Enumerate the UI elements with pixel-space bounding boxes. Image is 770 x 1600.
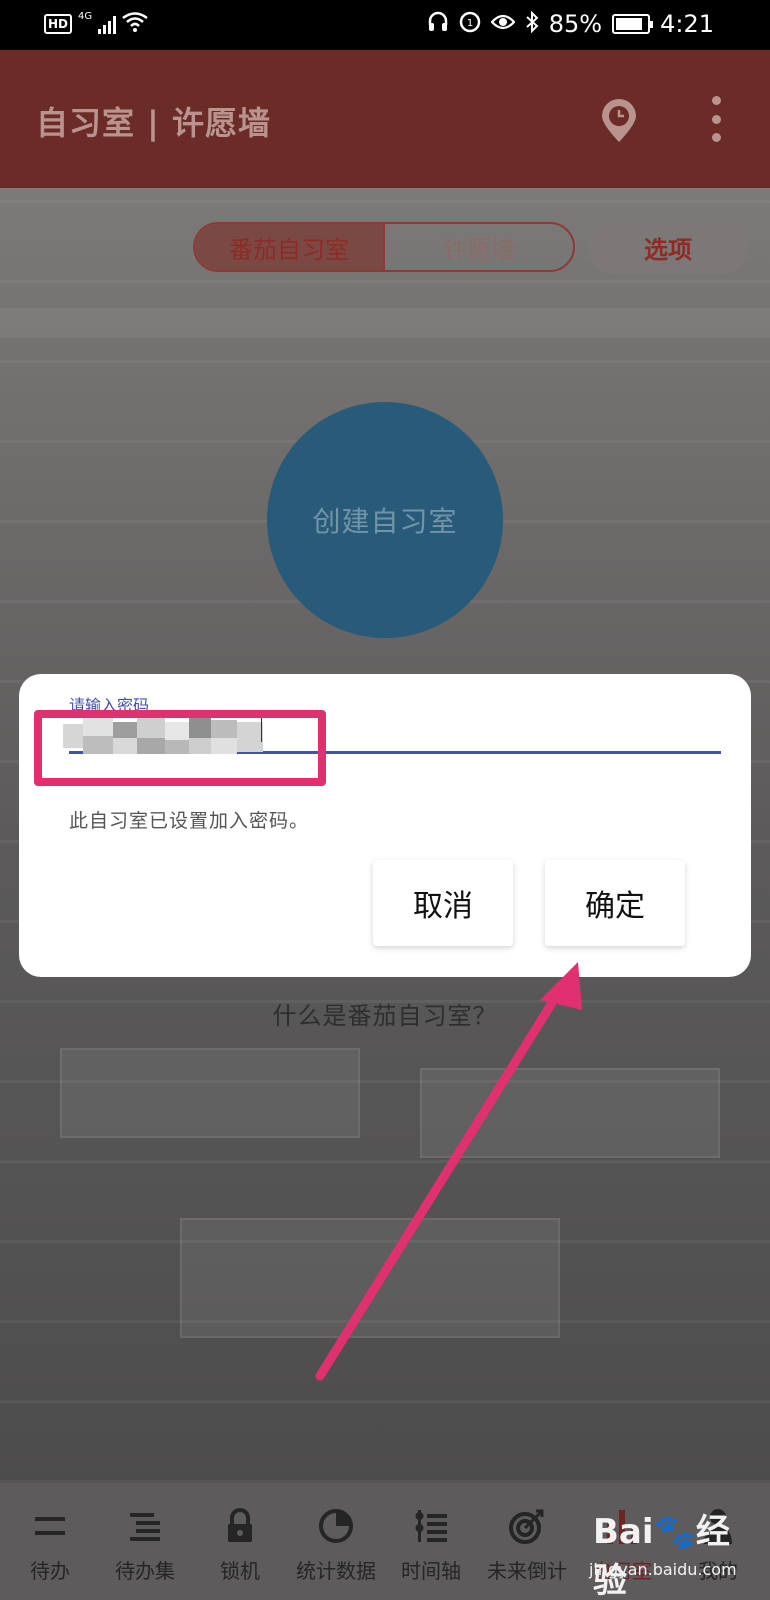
pie-chart-icon bbox=[288, 1503, 384, 1549]
hd-badge: HD bbox=[44, 14, 73, 34]
timeline-icon bbox=[383, 1503, 479, 1549]
todo-set-icon bbox=[97, 1503, 193, 1549]
more-vertical-icon[interactable] bbox=[708, 96, 724, 142]
status-bar: HD 4G 1 85% 4:21 bbox=[0, 0, 770, 50]
create-study-room-button[interactable]: 创建自习室 bbox=[267, 402, 503, 638]
cancel-button[interactable]: 取消 bbox=[373, 860, 513, 946]
lock-icon bbox=[192, 1503, 288, 1549]
nav-item-countdown[interactable]: 未来倒计 bbox=[479, 1503, 575, 1584]
options-button[interactable]: 选项 bbox=[588, 220, 748, 274]
target-icon bbox=[479, 1503, 575, 1549]
location-pin-icon[interactable] bbox=[598, 98, 640, 144]
svg-text:1: 1 bbox=[467, 18, 473, 29]
tab-wish-wall[interactable]: 许愿墙 bbox=[385, 224, 573, 270]
app-header: 自习室 | 许愿墙 bbox=[0, 50, 770, 188]
todo-list-icon bbox=[2, 1503, 98, 1549]
battery-level bbox=[616, 18, 643, 30]
nav-label: 未来倒计 bbox=[487, 1559, 567, 1583]
what-is-tomato-study-room-link[interactable]: 什么是番茄自习室？ bbox=[0, 996, 770, 1031]
headphones-icon bbox=[427, 11, 449, 38]
nav-label: 待办 bbox=[30, 1559, 70, 1583]
status-right: 1 85% 4:21 bbox=[427, 10, 714, 38]
nav-item-statistics[interactable]: 统计数据 bbox=[288, 1503, 384, 1584]
nav-item-timeline[interactable]: 时间轴 bbox=[383, 1503, 479, 1584]
watermark-url: jingyan.baidu.com bbox=[589, 1560, 737, 1579]
battery-percent: 85% bbox=[548, 10, 603, 38]
desk-shape bbox=[60, 1048, 360, 1138]
wifi-icon bbox=[122, 12, 148, 36]
password-hint-text: 此自习室已设置加入密码。 bbox=[69, 810, 310, 832]
nav-label: 锁机 bbox=[220, 1559, 260, 1583]
nav-item-lock[interactable]: 锁机 bbox=[192, 1503, 288, 1584]
desk-shape bbox=[420, 1068, 720, 1158]
signal-icon bbox=[98, 14, 117, 34]
nav-label: 时间轴 bbox=[401, 1559, 461, 1583]
data-saver-icon: 1 bbox=[459, 11, 481, 38]
nav-label: 待办集 bbox=[115, 1559, 175, 1583]
nav-item-todo-set[interactable]: 待办集 bbox=[97, 1503, 193, 1584]
nav-label: 统计数据 bbox=[296, 1559, 376, 1583]
classroom-ceiling bbox=[0, 308, 770, 338]
status-left: HD 4G bbox=[44, 10, 148, 36]
confirm-button[interactable]: 确定 bbox=[545, 860, 685, 946]
eye-icon bbox=[490, 12, 516, 36]
battery-charging-icon bbox=[612, 14, 654, 34]
bluetooth-icon bbox=[525, 10, 539, 38]
desk-shape bbox=[180, 1218, 560, 1338]
tab-switcher: 番茄自习室 许愿墙 bbox=[193, 222, 575, 272]
annotation-highlight-box bbox=[34, 710, 326, 786]
clock: 4:21 bbox=[660, 10, 714, 38]
tab-tomato-study-room[interactable]: 番茄自习室 bbox=[195, 224, 385, 270]
network-type: 4G bbox=[78, 10, 93, 22]
page-title: 自习室 | 许愿墙 bbox=[36, 104, 271, 142]
baidu-jingyan-watermark: Bai🐾经验 jingyan.baidu.com bbox=[585, 1504, 745, 1600]
nav-item-todo[interactable]: 待办 bbox=[2, 1503, 98, 1584]
watermark-logo: Bai🐾经验 bbox=[593, 1512, 730, 1600]
